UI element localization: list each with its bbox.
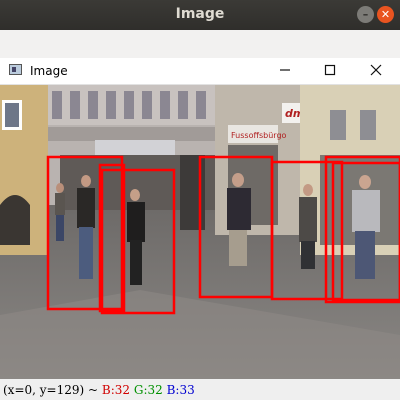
pixel-green-value: G:32 bbox=[133, 383, 163, 397]
window-title: Image bbox=[175, 6, 225, 22]
pixel-blue-value: B:32 bbox=[101, 383, 131, 397]
shop-sign: Fussoffsbürgo bbox=[231, 131, 287, 140]
app-icon bbox=[9, 64, 22, 75]
window-titlebar: Image – ✕ bbox=[0, 0, 400, 30]
close-icon[interactable]: ✕ bbox=[377, 6, 394, 23]
status-bar: (x=0, y=129) ~ B:32 G:32 B:33 bbox=[0, 380, 400, 400]
maximize-icon[interactable] bbox=[318, 60, 342, 80]
toolbar-area bbox=[0, 30, 400, 59]
close-icon[interactable] bbox=[364, 60, 388, 80]
image-viewport[interactable]: Fussoffsbürgo dm bbox=[0, 85, 400, 379]
cursor-coords: (x=0, y=129) ~ bbox=[3, 383, 99, 397]
image-window-title: Image bbox=[30, 64, 68, 78]
minimize-icon[interactable]: – bbox=[357, 6, 374, 23]
street-scene-image: Fussoffsbürgo dm bbox=[0, 85, 400, 379]
minimize-icon[interactable] bbox=[273, 60, 297, 80]
pixel-b-value: B:33 bbox=[166, 383, 195, 397]
